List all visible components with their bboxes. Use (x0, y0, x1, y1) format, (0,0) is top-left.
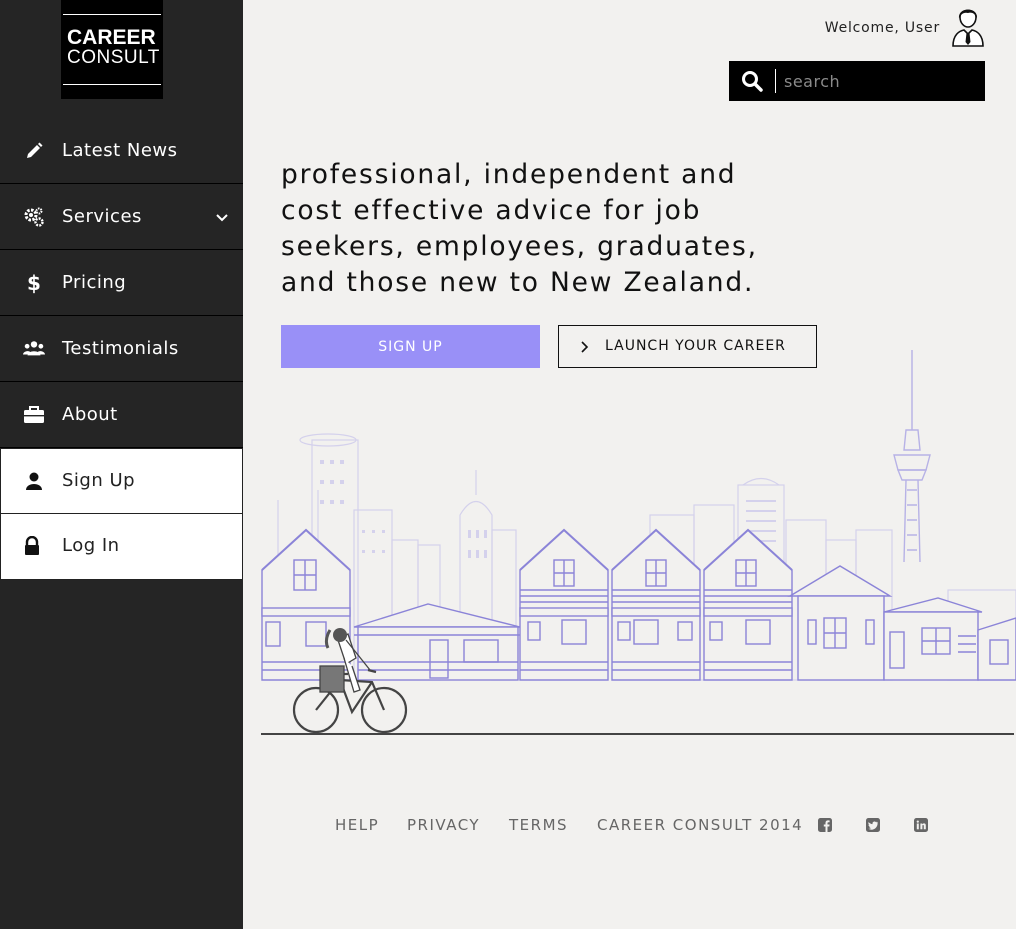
briefcase-icon (23, 404, 45, 426)
sidebar-item-services[interactable]: Services (0, 184, 243, 250)
footer-link-terms[interactable]: TERMS (509, 816, 568, 834)
user-icon (23, 470, 45, 492)
sidebar-item-label: Log In (62, 535, 120, 556)
logo-rule (63, 84, 161, 85)
lock-icon (21, 535, 43, 557)
sidebar-item-label: About (62, 404, 118, 425)
search-bar (729, 61, 985, 101)
sidebar-item-log-in[interactable]: Log In (0, 514, 243, 580)
sidebar-item-label: Testimonials (62, 338, 179, 359)
sidebar-item-label: Sign Up (62, 470, 136, 491)
chevron-down-icon[interactable] (215, 210, 229, 224)
linkedin-icon[interactable] (913, 817, 929, 833)
search-input[interactable] (784, 66, 974, 96)
brand-logo[interactable]: CAREER CONSULT (61, 0, 163, 99)
sidebar-item-label: Pricing (62, 272, 127, 293)
search-icon[interactable] (741, 70, 763, 92)
footer-copyright: CAREER CONSULT 2014 (597, 816, 804, 834)
twitter-icon[interactable] (865, 817, 881, 833)
sidebar-item-pricing[interactable]: $ Pricing (0, 250, 243, 316)
sidebar-item-latest-news[interactable]: Latest News (0, 118, 243, 184)
search-divider (775, 69, 776, 93)
gears-icon (23, 206, 45, 228)
sidebar: CAREER CONSULT Latest News Services $ Pr… (0, 0, 243, 929)
sidebar-item-sign-up[interactable]: Sign Up (0, 448, 243, 514)
sidebar-item-about[interactable]: About (0, 382, 243, 448)
welcome-text: Welcome, User (824, 20, 940, 36)
sidebar-item-label: Services (62, 206, 142, 227)
pencil-icon (23, 140, 45, 162)
dollar-icon: $ (27, 271, 41, 295)
users-icon (23, 338, 45, 360)
footer-link-privacy[interactable]: PRIVACY (407, 816, 480, 834)
logo-rule (63, 14, 161, 15)
footer-link-help[interactable]: HELP (335, 816, 379, 834)
logo-line-1: CAREER (67, 26, 156, 49)
user-avatar-icon[interactable] (949, 5, 987, 47)
sidebar-item-label: Latest News (62, 140, 178, 161)
facebook-icon[interactable] (817, 817, 833, 833)
city-skyline-illustration (261, 350, 1016, 735)
sidebar-item-testimonials[interactable]: Testimonials (0, 316, 243, 382)
logo-line-2: CONSULT (67, 47, 160, 68)
hero-headline: professional, independent and cost effec… (281, 159, 758, 298)
